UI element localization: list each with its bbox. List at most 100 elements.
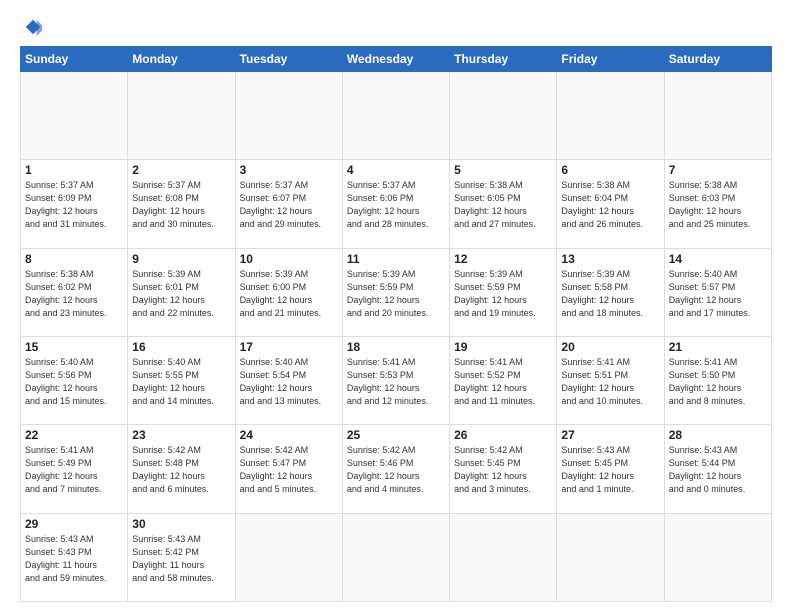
day-header-sunday: Sunday bbox=[21, 47, 128, 72]
calendar-cell: 9 Sunrise: 5:39 AMSunset: 6:01 PMDaylight… bbox=[128, 248, 235, 336]
day-info: Sunrise: 5:42 AMSunset: 5:46 PMDaylight:… bbox=[347, 444, 445, 496]
day-number: 17 bbox=[240, 340, 338, 354]
calendar-cell bbox=[235, 72, 342, 160]
calendar-cell: 20 Sunrise: 5:41 AMSunset: 5:51 PMDayligh… bbox=[557, 336, 664, 424]
day-info: Sunrise: 5:37 AMSunset: 6:06 PMDaylight:… bbox=[347, 179, 445, 231]
calendar-cell: 19 Sunrise: 5:41 AMSunset: 5:52 PMDayligh… bbox=[450, 336, 557, 424]
calendar-cell: 2 Sunrise: 5:37 AMSunset: 6:08 PMDaylight… bbox=[128, 160, 235, 248]
day-number: 12 bbox=[454, 252, 552, 266]
calendar-cell: 11 Sunrise: 5:39 AMSunset: 5:59 PMDayligh… bbox=[342, 248, 449, 336]
calendar-cell: 8Sunrise: 5:38 AMSunset: 6:02 PMDaylight… bbox=[21, 248, 128, 336]
day-info: Sunrise: 5:41 AMSunset: 5:51 PMDaylight:… bbox=[561, 356, 659, 408]
calendar-cell: 24 Sunrise: 5:42 AMSunset: 5:47 PMDayligh… bbox=[235, 425, 342, 513]
day-info: Sunrise: 5:43 AMSunset: 5:42 PMDaylight:… bbox=[132, 533, 230, 585]
calendar-cell bbox=[342, 72, 449, 160]
calendar-cell bbox=[128, 72, 235, 160]
day-number: 1 bbox=[25, 163, 123, 177]
day-number: 14 bbox=[669, 252, 767, 266]
calendar-cell bbox=[557, 513, 664, 601]
day-number: 6 bbox=[561, 163, 659, 177]
calendar-cell: 29Sunrise: 5:43 AMSunset: 5:43 PMDayligh… bbox=[21, 513, 128, 601]
day-number: 3 bbox=[240, 163, 338, 177]
day-header-thursday: Thursday bbox=[450, 47, 557, 72]
day-header-wednesday: Wednesday bbox=[342, 47, 449, 72]
calendar-cell: 15Sunrise: 5:40 AMSunset: 5:56 PMDayligh… bbox=[21, 336, 128, 424]
day-number: 25 bbox=[347, 428, 445, 442]
day-info: Sunrise: 5:39 AMSunset: 5:59 PMDaylight:… bbox=[347, 268, 445, 320]
calendar-cell: 6Sunrise: 5:38 AMSunset: 6:04 PMDaylight… bbox=[557, 160, 664, 248]
day-number: 9 bbox=[132, 252, 230, 266]
day-info: Sunrise: 5:40 AMSunset: 5:54 PMDaylight:… bbox=[240, 356, 338, 408]
day-info: Sunrise: 5:38 AMSunset: 6:02 PMDaylight:… bbox=[25, 268, 123, 320]
day-info: Sunrise: 5:42 AMSunset: 5:47 PMDaylight:… bbox=[240, 444, 338, 496]
logo-icon bbox=[24, 18, 42, 36]
day-info: Sunrise: 5:39 AMSunset: 6:01 PMDaylight:… bbox=[132, 268, 230, 320]
day-info: Sunrise: 5:39 AMSunset: 6:00 PMDaylight:… bbox=[240, 268, 338, 320]
day-info: Sunrise: 5:37 AMSunset: 6:07 PMDaylight:… bbox=[240, 179, 338, 231]
calendar-cell: 21 Sunrise: 5:41 AMSunset: 5:50 PMDayligh… bbox=[664, 336, 771, 424]
logo bbox=[20, 18, 42, 36]
calendar: SundayMondayTuesdayWednesdayThursdayFrid… bbox=[20, 46, 772, 602]
day-info: Sunrise: 5:39 AMSunset: 5:59 PMDaylight:… bbox=[454, 268, 552, 320]
day-header-monday: Monday bbox=[128, 47, 235, 72]
calendar-cell: 12 Sunrise: 5:39 AMSunset: 5:59 PMDayligh… bbox=[450, 248, 557, 336]
calendar-cell: 1 Sunrise: 5:37 AMSunset: 6:09 PMDaylight… bbox=[21, 160, 128, 248]
day-number: 15 bbox=[25, 340, 123, 354]
day-number: 13 bbox=[561, 252, 659, 266]
day-number: 10 bbox=[240, 252, 338, 266]
calendar-cell: 23 Sunrise: 5:42 AMSunset: 5:48 PMDayligh… bbox=[128, 425, 235, 513]
day-info: Sunrise: 5:39 AMSunset: 5:58 PMDaylight:… bbox=[561, 268, 659, 320]
day-number: 24 bbox=[240, 428, 338, 442]
calendar-cell: 7Sunrise: 5:38 AMSunset: 6:03 PMDaylight… bbox=[664, 160, 771, 248]
day-info: Sunrise: 5:42 AMSunset: 5:48 PMDaylight:… bbox=[132, 444, 230, 496]
calendar-cell: 28 Sunrise: 5:43 AMSunset: 5:44 PMDayligh… bbox=[664, 425, 771, 513]
day-number: 4 bbox=[347, 163, 445, 177]
day-number: 20 bbox=[561, 340, 659, 354]
day-info: Sunrise: 5:42 AMSunset: 5:45 PMDaylight:… bbox=[454, 444, 552, 496]
day-number: 18 bbox=[347, 340, 445, 354]
calendar-cell: 22 Sunrise: 5:41 AMSunset: 5:49 PMDayligh… bbox=[21, 425, 128, 513]
day-number: 30 bbox=[132, 517, 230, 531]
calendar-cell: 17 Sunrise: 5:40 AMSunset: 5:54 PMDayligh… bbox=[235, 336, 342, 424]
calendar-cell: 13 Sunrise: 5:39 AMSunset: 5:58 PMDayligh… bbox=[557, 248, 664, 336]
day-info: Sunrise: 5:43 AMSunset: 5:44 PMDaylight:… bbox=[669, 444, 767, 496]
calendar-cell bbox=[342, 513, 449, 601]
calendar-cell: 5Sunrise: 5:38 AMSunset: 6:05 PMDaylight… bbox=[450, 160, 557, 248]
calendar-cell bbox=[664, 513, 771, 601]
day-number: 16 bbox=[132, 340, 230, 354]
calendar-cell: 25 Sunrise: 5:42 AMSunset: 5:46 PMDayligh… bbox=[342, 425, 449, 513]
day-info: Sunrise: 5:41 AMSunset: 5:49 PMDaylight:… bbox=[25, 444, 123, 496]
day-number: 2 bbox=[132, 163, 230, 177]
day-info: Sunrise: 5:43 AMSunset: 5:45 PMDaylight:… bbox=[561, 444, 659, 496]
calendar-cell bbox=[557, 72, 664, 160]
calendar-cell bbox=[21, 72, 128, 160]
day-number: 22 bbox=[25, 428, 123, 442]
day-header-tuesday: Tuesday bbox=[235, 47, 342, 72]
calendar-cell: 14Sunrise: 5:40 AMSunset: 5:57 PMDayligh… bbox=[664, 248, 771, 336]
calendar-cell: 10 Sunrise: 5:39 AMSunset: 6:00 PMDayligh… bbox=[235, 248, 342, 336]
day-header-friday: Friday bbox=[557, 47, 664, 72]
day-info: Sunrise: 5:41 AMSunset: 5:52 PMDaylight:… bbox=[454, 356, 552, 408]
calendar-cell: 18 Sunrise: 5:41 AMSunset: 5:53 PMDayligh… bbox=[342, 336, 449, 424]
calendar-cell: 27 Sunrise: 5:43 AMSunset: 5:45 PMDayligh… bbox=[557, 425, 664, 513]
day-number: 7 bbox=[669, 163, 767, 177]
day-info: Sunrise: 5:41 AMSunset: 5:53 PMDaylight:… bbox=[347, 356, 445, 408]
day-number: 27 bbox=[561, 428, 659, 442]
calendar-cell bbox=[450, 72, 557, 160]
day-info: Sunrise: 5:41 AMSunset: 5:50 PMDaylight:… bbox=[669, 356, 767, 408]
day-number: 26 bbox=[454, 428, 552, 442]
calendar-cell: 30 Sunrise: 5:43 AMSunset: 5:42 PMDayligh… bbox=[128, 513, 235, 601]
day-number: 23 bbox=[132, 428, 230, 442]
day-number: 28 bbox=[669, 428, 767, 442]
day-number: 11 bbox=[347, 252, 445, 266]
calendar-cell: 4 Sunrise: 5:37 AMSunset: 6:06 PMDaylight… bbox=[342, 160, 449, 248]
calendar-cell: 16 Sunrise: 5:40 AMSunset: 5:55 PMDayligh… bbox=[128, 336, 235, 424]
day-number: 19 bbox=[454, 340, 552, 354]
day-info: Sunrise: 5:37 AMSunset: 6:08 PMDaylight:… bbox=[132, 179, 230, 231]
day-number: 29 bbox=[25, 517, 123, 531]
day-info: Sunrise: 5:40 AMSunset: 5:55 PMDaylight:… bbox=[132, 356, 230, 408]
header bbox=[20, 18, 772, 36]
day-header-saturday: Saturday bbox=[664, 47, 771, 72]
day-number: 21 bbox=[669, 340, 767, 354]
day-info: Sunrise: 5:37 AMSunset: 6:09 PMDaylight:… bbox=[25, 179, 123, 231]
